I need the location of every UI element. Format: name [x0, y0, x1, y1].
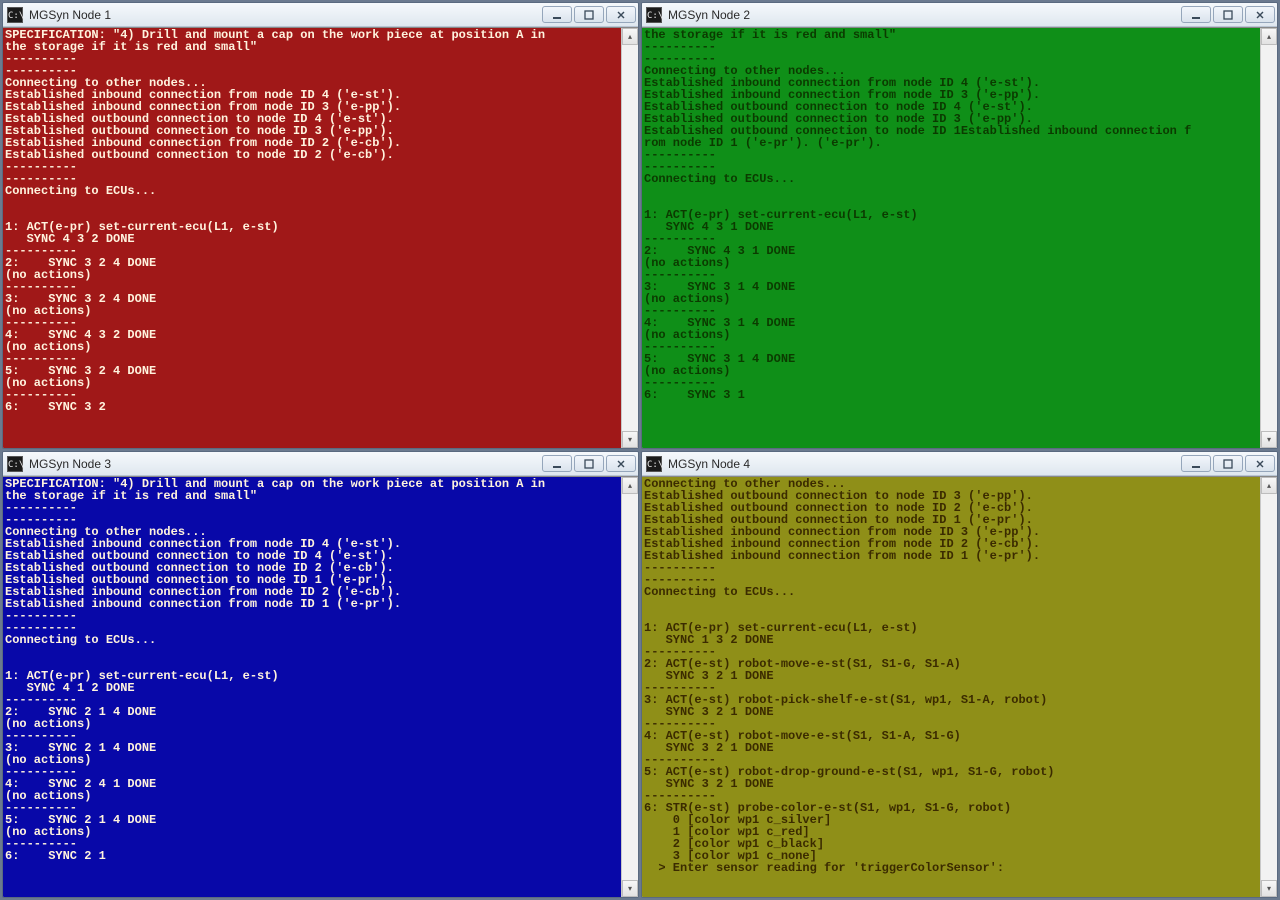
- scroll-track[interactable]: [1261, 494, 1277, 880]
- titlebar-node2[interactable]: C:\ MGSyn Node 2: [642, 3, 1277, 27]
- close-button[interactable]: [1245, 455, 1275, 472]
- minimize-button[interactable]: [1181, 6, 1211, 23]
- scrollbar[interactable]: ▴ ▾: [1260, 477, 1277, 897]
- close-button[interactable]: [606, 455, 636, 472]
- cmd-icon: C:\: [646, 456, 662, 472]
- window-node3: C:\ MGSyn Node 3 SPECIFICATION: "4) Dril…: [2, 451, 639, 898]
- window-node1: C:\ MGSyn Node 1 SPECIFICATION: "4) Dril…: [2, 2, 639, 449]
- terminal-wrap: the storage if it is red and small" ----…: [642, 27, 1277, 448]
- scrollbar[interactable]: ▴ ▾: [1260, 28, 1277, 448]
- window-title-node3: MGSyn Node 3: [29, 457, 542, 471]
- close-button[interactable]: [606, 6, 636, 23]
- scroll-down-button[interactable]: ▾: [1261, 431, 1277, 448]
- scroll-track[interactable]: [1261, 45, 1277, 431]
- maximize-button[interactable]: [1213, 455, 1243, 472]
- cmd-icon: C:\: [646, 7, 662, 23]
- terminal-output-node3[interactable]: SPECIFICATION: "4) Drill and mount a cap…: [3, 477, 621, 897]
- titlebar-node1[interactable]: C:\ MGSyn Node 1: [3, 3, 638, 27]
- terminal-output-node1[interactable]: SPECIFICATION: "4) Drill and mount a cap…: [3, 28, 621, 448]
- maximize-button[interactable]: [1213, 6, 1243, 23]
- scroll-up-button[interactable]: ▴: [622, 477, 638, 494]
- terminal-output-node4[interactable]: Connecting to other nodes... Established…: [642, 477, 1260, 897]
- titlebar-node4[interactable]: C:\ MGSyn Node 4: [642, 452, 1277, 476]
- window-controls: [542, 455, 636, 472]
- scroll-up-button[interactable]: ▴: [622, 28, 638, 45]
- window-controls: [1181, 455, 1275, 472]
- window-node4: C:\ MGSyn Node 4 Connecting to other nod…: [641, 451, 1278, 898]
- maximize-button[interactable]: [574, 6, 604, 23]
- close-button[interactable]: [1245, 6, 1275, 23]
- terminal-wrap: Connecting to other nodes... Established…: [642, 476, 1277, 897]
- scroll-down-button[interactable]: ▾: [1261, 880, 1277, 897]
- minimize-button[interactable]: [1181, 455, 1211, 472]
- scrollbar[interactable]: ▴ ▾: [621, 477, 638, 897]
- terminal-wrap: SPECIFICATION: "4) Drill and mount a cap…: [3, 27, 638, 448]
- window-node2: C:\ MGSyn Node 2 the storage if it is re…: [641, 2, 1278, 449]
- scroll-up-button[interactable]: ▴: [1261, 477, 1277, 494]
- cmd-icon: C:\: [7, 456, 23, 472]
- window-title-node2: MGSyn Node 2: [668, 8, 1181, 22]
- maximize-button[interactable]: [574, 455, 604, 472]
- scrollbar[interactable]: ▴ ▾: [621, 28, 638, 448]
- titlebar-node3[interactable]: C:\ MGSyn Node 3: [3, 452, 638, 476]
- scroll-track[interactable]: [622, 494, 638, 880]
- scroll-up-button[interactable]: ▴: [1261, 28, 1277, 45]
- scroll-down-button[interactable]: ▾: [622, 431, 638, 448]
- minimize-button[interactable]: [542, 6, 572, 23]
- cmd-icon: C:\: [7, 7, 23, 23]
- scroll-down-button[interactable]: ▾: [622, 880, 638, 897]
- terminal-wrap: SPECIFICATION: "4) Drill and mount a cap…: [3, 476, 638, 897]
- window-controls: [1181, 6, 1275, 23]
- window-title-node1: MGSyn Node 1: [29, 8, 542, 22]
- window-title-node4: MGSyn Node 4: [668, 457, 1181, 471]
- scroll-track[interactable]: [622, 45, 638, 431]
- terminal-output-node2[interactable]: the storage if it is red and small" ----…: [642, 28, 1260, 448]
- minimize-button[interactable]: [542, 455, 572, 472]
- window-controls: [542, 6, 636, 23]
